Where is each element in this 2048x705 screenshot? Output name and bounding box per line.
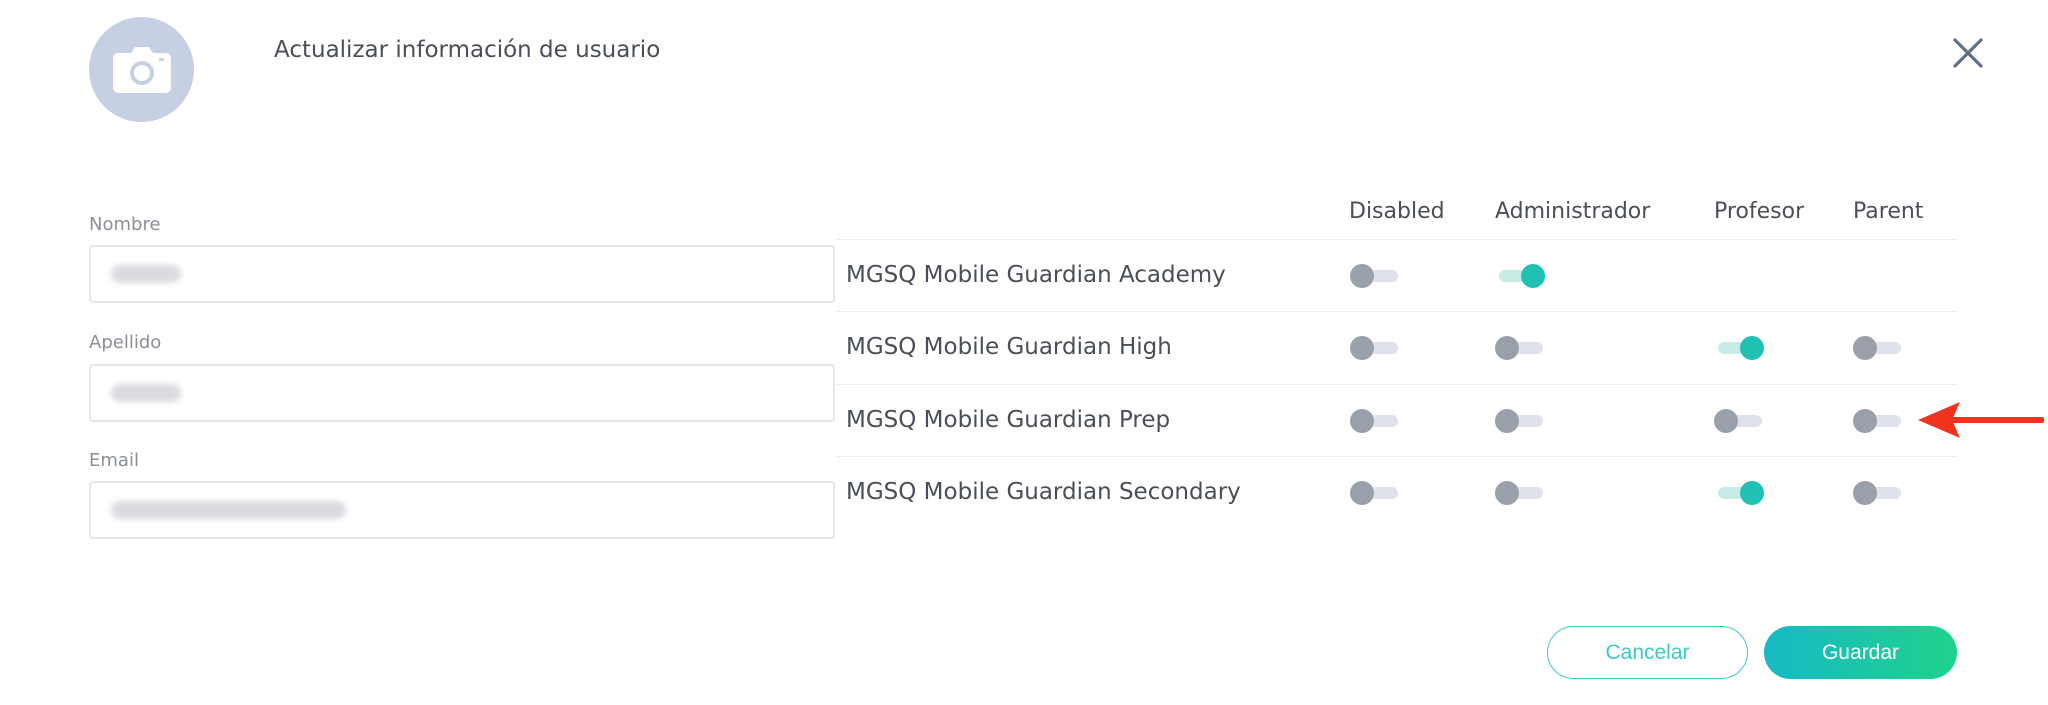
- redacted-value: [111, 384, 181, 402]
- school-row: MGSQ Mobile Guardian Academy: [836, 239, 1957, 311]
- column-header-parent: Parent: [1853, 199, 1924, 224]
- school-row: MGSQ Mobile Guardian Prep: [836, 384, 1957, 456]
- annotation-arrow-icon: [1918, 402, 2044, 438]
- column-header-profesor: Profesor: [1714, 199, 1805, 224]
- toggle-administrador[interactable]: [1495, 264, 1545, 288]
- last-name-label: Apellido: [89, 332, 162, 353]
- first-name-field[interactable]: [89, 245, 835, 303]
- school-row: MGSQ Mobile Guardian High: [836, 311, 1957, 383]
- first-name-label: Nombre: [89, 214, 161, 235]
- school-name: MGSQ Mobile Guardian High: [846, 334, 1172, 360]
- toggle-parent[interactable]: [1853, 409, 1903, 433]
- school-name: MGSQ Mobile Guardian Academy: [846, 262, 1226, 288]
- column-header-disabled: Disabled: [1349, 199, 1445, 224]
- save-button[interactable]: Guardar: [1764, 626, 1957, 679]
- redacted-value: [111, 265, 181, 283]
- toggle-parent[interactable]: [1853, 336, 1903, 360]
- last-name-field[interactable]: [89, 364, 835, 422]
- camera-icon: [112, 46, 171, 93]
- school-row: MGSQ Mobile Guardian Secondary: [836, 456, 1957, 528]
- toggle-administrador[interactable]: [1495, 336, 1545, 360]
- toggle-parent[interactable]: [1853, 481, 1903, 505]
- toggle-profesor[interactable]: [1714, 481, 1764, 505]
- school-name: MGSQ Mobile Guardian Prep: [846, 407, 1171, 433]
- toggle-disabled[interactable]: [1350, 409, 1400, 433]
- close-icon[interactable]: [1950, 35, 1986, 71]
- cancel-button[interactable]: Cancelar: [1547, 626, 1748, 679]
- toggle-disabled[interactable]: [1350, 481, 1400, 505]
- school-name: MGSQ Mobile Guardian Secondary: [846, 479, 1241, 505]
- toggle-profesor[interactable]: [1714, 336, 1764, 360]
- toggle-disabled[interactable]: [1350, 336, 1400, 360]
- toggle-administrador[interactable]: [1495, 409, 1545, 433]
- redacted-value: [111, 501, 346, 519]
- email-field[interactable]: [89, 481, 835, 539]
- avatar-upload[interactable]: [89, 17, 194, 122]
- toggle-profesor[interactable]: [1714, 409, 1764, 433]
- email-label: Email: [89, 450, 139, 471]
- toggle-disabled[interactable]: [1350, 264, 1400, 288]
- dialog-title: Actualizar información de usuario: [274, 37, 661, 63]
- toggle-administrador[interactable]: [1495, 481, 1545, 505]
- column-header-administrador: Administrador: [1495, 199, 1651, 224]
